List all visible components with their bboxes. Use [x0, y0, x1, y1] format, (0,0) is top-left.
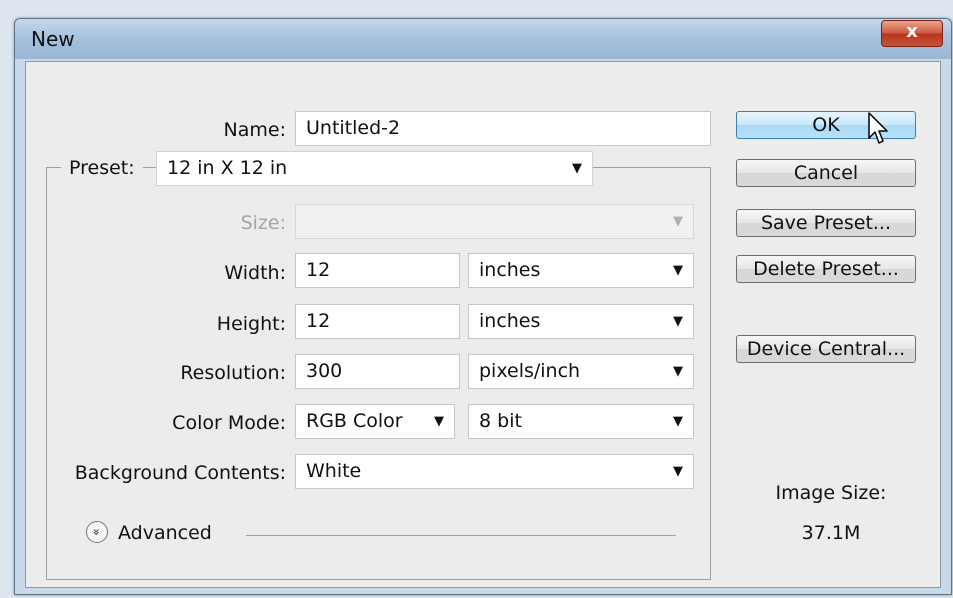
height-value: 12 — [306, 310, 331, 332]
width-label: Width: — [224, 262, 286, 284]
advanced-divider — [246, 535, 676, 536]
resolution-unit-select[interactable]: pixels/inch ▼ — [468, 354, 694, 389]
resolution-label: Resolution: — [180, 362, 286, 384]
chevron-down-icon: ▼ — [673, 214, 683, 229]
image-size-label: Image Size: — [775, 482, 887, 504]
height-unit-value: inches — [479, 310, 541, 332]
preset-value: 12 in X 12 in — [167, 157, 288, 179]
background-contents-select[interactable]: White ▼ — [295, 454, 694, 489]
advanced-label[interactable]: Advanced — [118, 522, 212, 544]
width-value: 12 — [306, 259, 331, 281]
width-field[interactable]: 12 — [295, 253, 460, 288]
preset-row: Preset: — [61, 151, 143, 183]
advanced-toggle[interactable]: » — [86, 521, 108, 543]
name-label: Name: — [223, 119, 286, 141]
size-label: Size: — [240, 212, 286, 234]
chevron-down-icon: ▼ — [673, 263, 683, 278]
name-field[interactable]: Untitled-2 — [295, 111, 711, 146]
width-unit-select[interactable]: inches ▼ — [468, 253, 694, 288]
double-chevron-down-icon: » — [90, 528, 104, 536]
image-size-value: 37.1M — [801, 522, 861, 544]
width-unit-value: inches — [479, 259, 541, 281]
chevron-down-icon: ▼ — [673, 464, 683, 479]
preset-label: Preset: — [69, 157, 135, 179]
chevron-down-icon: ▼ — [434, 414, 444, 429]
name-value: Untitled-2 — [306, 117, 401, 139]
chevron-down-icon: ▼ — [572, 161, 582, 176]
close-button[interactable]: x — [881, 20, 943, 47]
color-mode-value: RGB Color — [306, 410, 403, 432]
height-field[interactable]: 12 — [295, 304, 460, 339]
height-label: Height: — [216, 313, 286, 335]
resolution-unit-value: pixels/inch — [479, 360, 581, 382]
close-icon: x — [906, 21, 918, 42]
save-preset-button[interactable]: Save Preset... — [736, 209, 916, 237]
bit-depth-select[interactable]: 8 bit ▼ — [468, 404, 694, 439]
chevron-down-icon: ▼ — [673, 414, 683, 429]
preset-select[interactable]: 12 in X 12 in ▼ — [156, 151, 593, 186]
resolution-field[interactable]: 300 — [295, 354, 460, 389]
arrow-cursor-icon — [868, 112, 888, 144]
chevron-down-icon: ▼ — [673, 314, 683, 329]
cancel-button[interactable]: Cancel — [736, 159, 916, 187]
title-bar[interactable]: New x — [15, 19, 951, 59]
delete-preset-button[interactable]: Delete Preset... — [736, 255, 916, 283]
background-contents-label: Background Contents: — [74, 462, 286, 484]
bit-depth-value: 8 bit — [479, 410, 522, 432]
background-contents-value: White — [306, 460, 362, 482]
resolution-value: 300 — [306, 360, 343, 382]
dialog-body: Name: Untitled-2 Preset: 12 in X 12 in ▼… — [25, 61, 941, 588]
color-mode-select[interactable]: RGB Color ▼ — [295, 404, 455, 439]
chevron-down-icon: ▼ — [673, 364, 683, 379]
device-central-button[interactable]: Device Central... — [736, 335, 916, 363]
color-mode-label: Color Mode: — [172, 412, 286, 434]
window-title: New — [31, 27, 75, 51]
height-unit-select[interactable]: inches ▼ — [468, 304, 694, 339]
new-document-dialog: New x Name: Untitled-2 Preset: 12 in X 1… — [14, 18, 952, 595]
size-select: ▼ — [295, 204, 694, 239]
